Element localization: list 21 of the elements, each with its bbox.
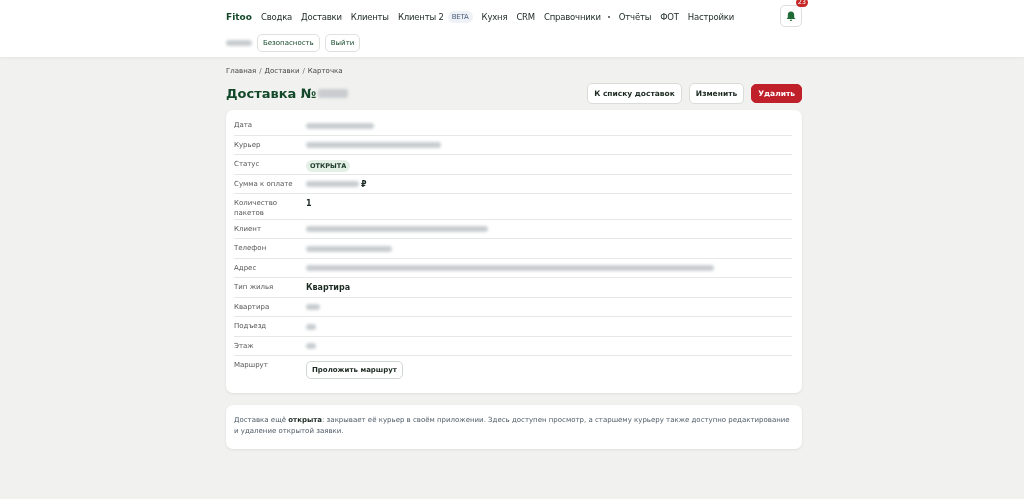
nav-link[interactable]: Кухня — [481, 12, 508, 22]
currency-sign: ₽ — [361, 179, 367, 189]
nav-link[interactable]: Отчёты — [618, 12, 652, 22]
blurred-value — [306, 304, 320, 311]
bell-icon — [786, 10, 796, 22]
nav-link[interactable]: Настройки — [687, 12, 734, 22]
blurred-value — [306, 343, 316, 350]
page-title: Доставка № — [226, 86, 317, 101]
blurred-value — [306, 323, 316, 330]
nav-link[interactable]: Сводка — [260, 12, 293, 22]
nav-link[interactable]: Справочники — [543, 12, 610, 22]
nav-link[interactable]: Доставки — [301, 12, 342, 22]
notifications-button[interactable] — [780, 5, 802, 27]
blurred-value — [306, 122, 374, 129]
nav-link[interactable]: Клиенты — [350, 12, 389, 22]
nav-link[interactable]: ФОТ — [660, 12, 679, 22]
field-value: 1 — [306, 199, 312, 208]
nav-link[interactable]: CRM — [516, 12, 535, 22]
brand-logo[interactable]: Fitoo — [226, 12, 252, 22]
field-value: Квартира — [306, 283, 351, 293]
blurred-value — [306, 181, 359, 187]
